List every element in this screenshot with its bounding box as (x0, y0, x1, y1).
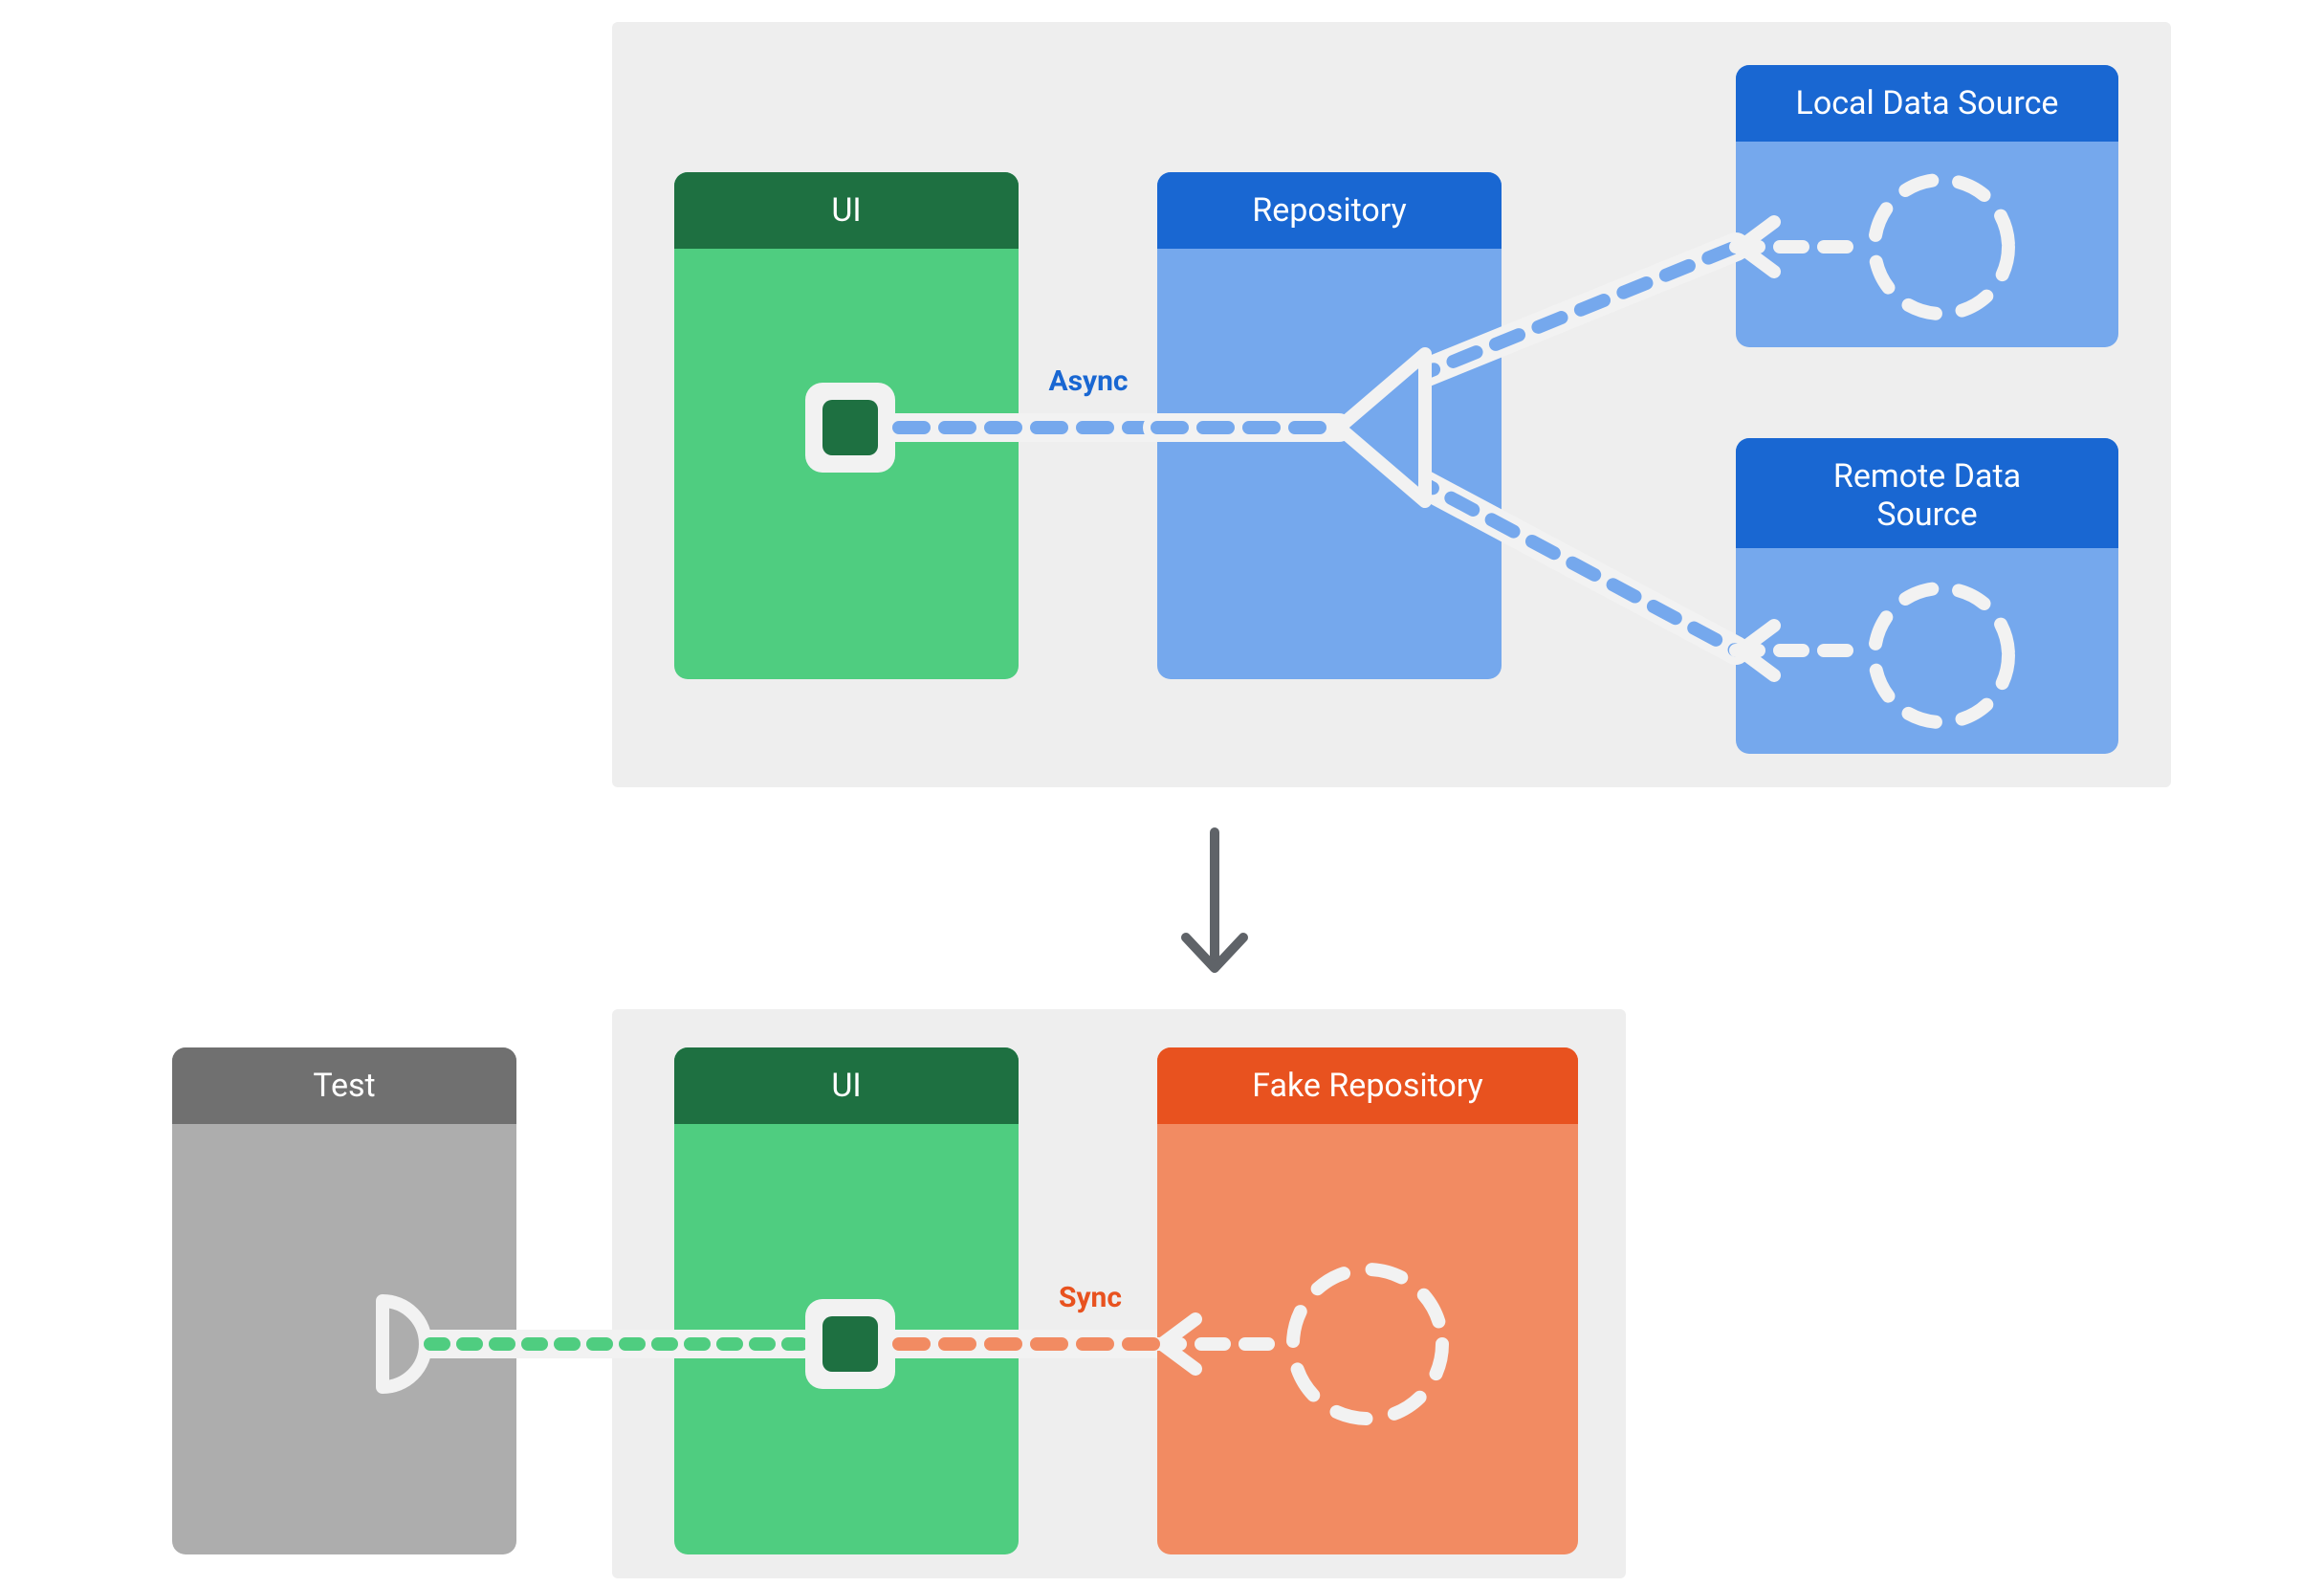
required-port-icon (383, 1301, 426, 1387)
fake-repository-box: Fake Repository (1157, 1047, 1578, 1554)
ui-label-bottom: UI (831, 1067, 861, 1105)
remote-ds-label-2: Source (1876, 496, 1977, 534)
test-box: Test (172, 1047, 516, 1554)
ui-label-top: UI (831, 191, 861, 230)
sync-label: Sync (1059, 1281, 1122, 1314)
local-data-source-box: Local Data Source (1736, 65, 2118, 347)
remote-data-source-box: Remote Data Source (1736, 438, 2118, 754)
local-ds-label: Local Data Source (1796, 84, 2059, 122)
async-label: Async (1048, 364, 1128, 398)
top-panel: UI Repository Local Data Source Remote D… (612, 22, 2171, 787)
architecture-diagram: UI Repository Local Data Source Remote D… (0, 0, 2324, 1587)
remote-ds-label-1: Remote Data (1833, 457, 2021, 496)
test-label: Test (313, 1067, 375, 1105)
provided-port-icon (805, 1299, 895, 1389)
fake-repo-label: Fake Repository (1252, 1067, 1482, 1105)
bottom-panel: Test UI Fake Repository (172, 1009, 1626, 1578)
repository-label: Repository (1252, 191, 1406, 230)
provided-port-icon (805, 383, 895, 473)
down-arrow-icon (1186, 832, 1243, 968)
